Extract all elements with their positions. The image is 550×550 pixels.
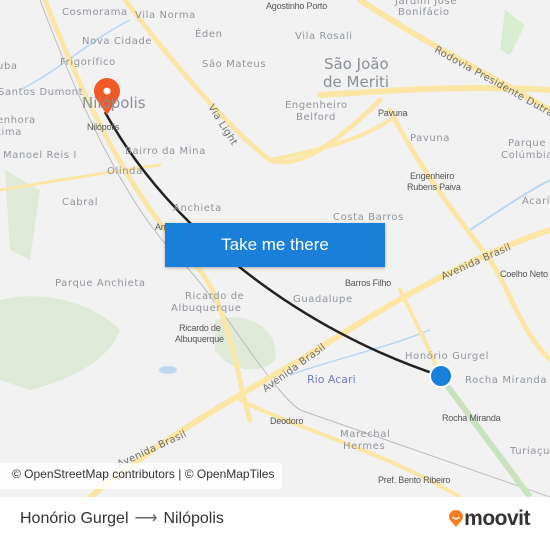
origin-marker[interactable]: [429, 364, 453, 388]
map-label: Éden: [195, 29, 223, 40]
station-label: Agostinho Porto: [266, 1, 328, 11]
station-label: Coelho Neto: [500, 269, 548, 279]
route-title: Honório Gurgel ⟶ Nilópolis: [20, 508, 224, 528]
rail-green-strip: [437, 374, 533, 497]
map-label: uba: [0, 61, 18, 72]
station-label: Rocha Miranda: [442, 413, 501, 423]
map-label: Albuquerque: [171, 303, 242, 314]
map-label: Vila Rosali: [295, 31, 353, 42]
moovit-logo-text: moovit: [464, 507, 530, 530]
station-label: Albuquerque: [175, 334, 224, 344]
footer: Honório Gurgel ⟶ Nilópolis moovit: [0, 497, 550, 550]
map-city-label: Nilópolis: [82, 94, 146, 112]
moovit-pin-icon: [449, 510, 464, 527]
lake: [159, 366, 177, 374]
origin-name: Honório Gurgel: [20, 510, 129, 527]
station-label: Barros Filho: [345, 278, 392, 288]
map-label: Rocha Miranda: [465, 375, 548, 386]
station-label: Engenheiro: [410, 171, 455, 181]
map-label: Honório Gurgel: [405, 351, 489, 362]
station-label: Nilópolis: [87, 122, 120, 132]
map-label: Colúmbia: [501, 150, 550, 161]
destination-name: Nilópolis: [163, 510, 224, 527]
map-label: Cabral: [62, 197, 99, 208]
map-label: Bairro da Mina: [125, 146, 206, 157]
map-label: Manoel Reis I: [3, 150, 77, 161]
map-attribution[interactable]: © OpenStreetMap contributors | © OpenMap…: [0, 463, 283, 489]
map-label: Marechal: [340, 429, 391, 440]
map-label: Turiaçu: [510, 446, 550, 457]
map-label: Guadalupe: [293, 294, 353, 305]
map-label: Parque: [508, 138, 547, 149]
map-label: Bonifácio: [398, 7, 450, 18]
road: [268, 118, 392, 162]
map-label: Hermes: [343, 441, 386, 452]
map-label: Acari: [522, 196, 550, 207]
take-me-there-button[interactable]: Take me there: [165, 223, 385, 267]
river-line: [19, 19, 131, 91]
map-label: Anchieta: [173, 203, 222, 214]
map-city-label: São João: [324, 55, 389, 73]
map-label: Parque Anchieta: [55, 278, 146, 289]
map-label: Pavuna: [410, 133, 451, 144]
map-label: Santos Dumont: [0, 87, 84, 98]
station-label: Ricardo de: [179, 323, 221, 333]
river-label: Rio Acari: [307, 373, 356, 386]
map-label: Cosmorama: [62, 7, 128, 18]
map-label: Vila Norma: [135, 10, 196, 21]
map-city-label: de Meriti: [323, 73, 390, 91]
map-label: enhora: [0, 115, 36, 126]
moovit-logo: moovit: [448, 507, 530, 531]
map-label: Ricardo de: [185, 291, 245, 302]
station-label: Pref. Bento Ribeiro: [378, 475, 451, 485]
station-label: Rubens Paiva: [407, 182, 461, 192]
map-label: Olinda: [107, 166, 143, 177]
map-label: Engenheiro: [285, 100, 348, 111]
map-label: tima: [0, 127, 22, 138]
map-label: Belford: [296, 112, 336, 123]
park-area: [500, 10, 525, 55]
station-label: Deodoro: [270, 416, 304, 426]
station-label: Pavuna: [378, 108, 408, 118]
road-avenida-brasil: [87, 227, 550, 497]
map-view[interactable]: Cosmorama Vila Norma Nova Cidade Éden Fr…: [0, 0, 550, 497]
park-area: [0, 296, 120, 390]
map-label: Nova Cidade: [82, 36, 153, 47]
map-label: São Mateus: [202, 59, 267, 70]
arrow-right-icon: ⟶: [134, 510, 158, 527]
map-label: Frigorífico: [60, 57, 116, 68]
